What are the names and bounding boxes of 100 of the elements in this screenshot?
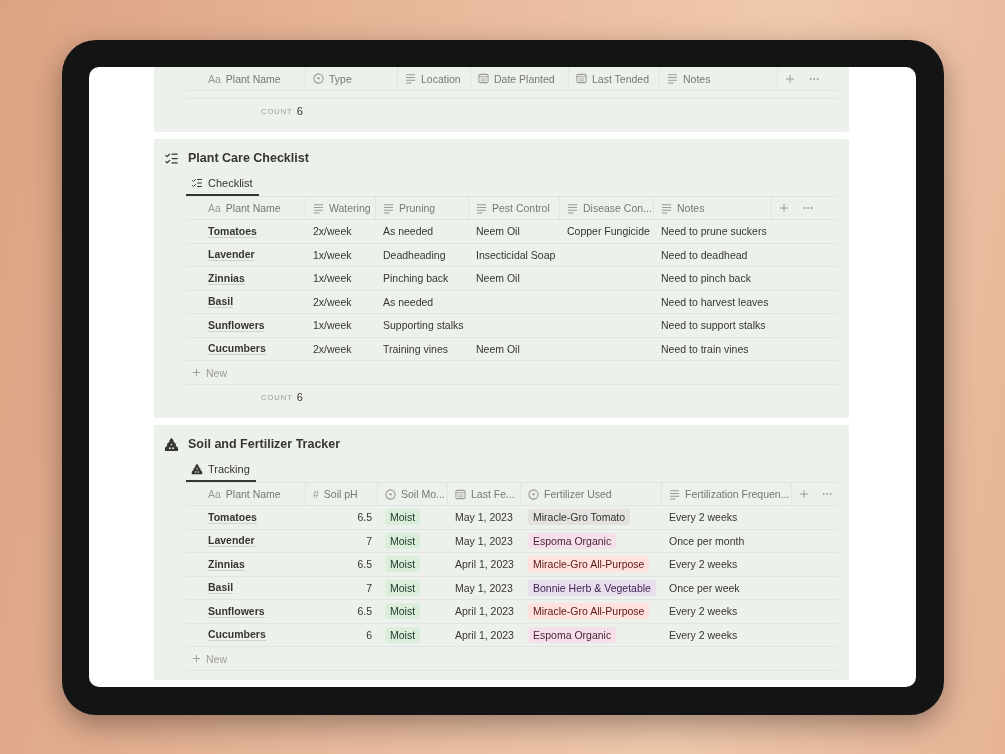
table-cell: Need to harvest leaves <box>661 295 769 308</box>
text-lines-icon <box>669 488 680 500</box>
column-header[interactable]: Fertilization Frequen... <box>662 483 792 505</box>
new-row-button[interactable]: New <box>186 366 227 379</box>
table-cell: May 1, 2023 <box>455 534 513 547</box>
text-lines-icon <box>661 202 672 214</box>
table-cell: Neem Oil <box>476 225 520 238</box>
property-icon: Aa <box>208 72 221 85</box>
view-tab[interactable]: Tracking <box>186 459 256 482</box>
column-header[interactable]: Disease Con... <box>560 197 654 219</box>
plant-name-link[interactable]: Basil <box>208 295 234 309</box>
calendar-icon <box>576 73 587 84</box>
table-cell: Once per week <box>669 581 740 594</box>
table-cell: Pinching back <box>383 272 449 285</box>
select-tag: Miracle-Gro Tomato <box>528 509 630 526</box>
column-header[interactable]: Pruning <box>376 197 469 219</box>
table-cell: Once per month <box>669 534 745 547</box>
plant-name-link[interactable]: Zinnias <box>208 557 245 571</box>
table-cell: Neem Oil <box>476 342 520 355</box>
column-header[interactable]: Location <box>398 67 471 90</box>
column-header[interactable]: Aa Plant Name <box>186 483 306 505</box>
table-cell: Every 2 weeks <box>669 511 738 524</box>
column-header[interactable]: Last Tended <box>569 67 660 90</box>
pile-icon <box>191 463 203 475</box>
text-lines-icon <box>476 202 487 214</box>
plant-name-link[interactable]: Tomatoes <box>208 224 257 238</box>
plant-name-link[interactable]: Basil <box>208 581 234 595</box>
table-cell: 7 <box>366 581 372 594</box>
checklist-icon <box>191 177 203 189</box>
column-header[interactable]: Aa Plant Name <box>186 67 306 90</box>
text-lines-icon <box>313 202 324 214</box>
table-cell: 2x/week <box>313 225 352 238</box>
calendar-icon <box>455 488 466 500</box>
table-cell: Neem Oil <box>476 272 520 285</box>
column-header[interactable]: Soil Mo... <box>378 483 448 505</box>
text-lines-icon <box>405 73 416 84</box>
table-cell: Every 2 weeks <box>669 558 738 571</box>
column-header[interactable]: Type <box>306 67 398 90</box>
checklist-icon <box>164 150 179 166</box>
table-cell: Deadheading <box>383 248 446 261</box>
select-tag: Espoma Organic <box>528 626 617 643</box>
select-icon <box>313 73 324 84</box>
select-tag: Moist <box>385 532 421 549</box>
table-cell: As needed <box>383 225 434 238</box>
plant-name-link[interactable]: Sunflowers <box>208 318 265 332</box>
view-tab[interactable]: Checklist <box>186 173 259 196</box>
count-value: 6 <box>296 391 303 403</box>
plant-name-link[interactable]: Cucumbers <box>208 628 266 642</box>
select-tag: Moist <box>385 579 421 596</box>
property-icon: Aa <box>208 202 221 214</box>
table-cell: As needed <box>383 295 434 308</box>
select-icon <box>385 488 396 500</box>
plant-name-link[interactable]: Tomatoes <box>208 510 257 524</box>
table-cell: 7 <box>366 534 372 547</box>
column-header[interactable]: Notes <box>660 67 778 90</box>
property-icon: Aa <box>208 488 221 500</box>
plus-icon <box>191 367 202 378</box>
plant-name-link[interactable]: Zinnias <box>208 271 245 285</box>
select-tag: Moist <box>385 603 421 620</box>
table-cell: 2x/week <box>313 342 352 355</box>
select-tag: Miracle-Gro All-Purpose <box>528 603 650 620</box>
text-lines-icon <box>667 73 678 84</box>
table-cell: Supporting stalks <box>383 319 464 332</box>
table-cell: 1x/week <box>313 272 352 285</box>
column-header[interactable]: Notes <box>654 197 772 219</box>
section-title: Soil and Fertilizer Tracker <box>188 437 341 451</box>
text-lines-icon <box>383 202 394 214</box>
plant-name-link[interactable]: Lavender <box>208 248 255 262</box>
column-header[interactable]: # Soil pH <box>306 483 378 505</box>
table-cell: 6.5 <box>357 511 372 524</box>
column-header[interactable]: Pest Control <box>469 197 560 219</box>
select-tag: Moist <box>385 556 421 573</box>
table-cell: 1x/week <box>313 319 352 332</box>
table-cell: Need to deadhead <box>661 248 748 261</box>
column-header[interactable]: Aa Plant Name <box>186 197 306 219</box>
new-row-button[interactable]: New <box>186 652 227 665</box>
table-cell: 6.5 <box>357 558 372 571</box>
section-title: Plant Care Checklist <box>188 151 309 165</box>
plant-name-link[interactable]: Lavender <box>208 534 255 548</box>
column-header[interactable]: Watering <box>306 197 376 219</box>
select-tag: Moist <box>385 626 421 643</box>
column-header[interactable]: Date Planted <box>471 67 569 90</box>
table-cell: 6 <box>366 628 372 641</box>
table-cell: April 1, 2023 <box>455 558 514 571</box>
table-cell: Insecticidal Soap <box>476 248 556 261</box>
select-icon <box>528 488 539 500</box>
table-cell: Need to train vines <box>661 342 749 355</box>
table-cell: Copper Fungicide <box>567 225 650 238</box>
column-header[interactable]: Last Fe... <box>448 483 521 505</box>
table-cell: Need to prune suckers <box>661 225 767 238</box>
select-tag: Miracle-Gro All-Purpose <box>528 556 650 573</box>
table-cell: Every 2 weeks <box>669 628 738 641</box>
table-cell: 1x/week <box>313 248 352 261</box>
table-cell: May 1, 2023 <box>455 581 513 594</box>
plus-icon <box>191 653 202 664</box>
plant-name-link[interactable]: Sunflowers <box>208 604 265 618</box>
plant-name-link[interactable]: Cucumbers <box>208 342 266 356</box>
select-tag: Moist <box>385 509 421 526</box>
column-header[interactable]: Fertilizer Used <box>521 483 662 505</box>
count-value: 6 <box>296 105 303 117</box>
